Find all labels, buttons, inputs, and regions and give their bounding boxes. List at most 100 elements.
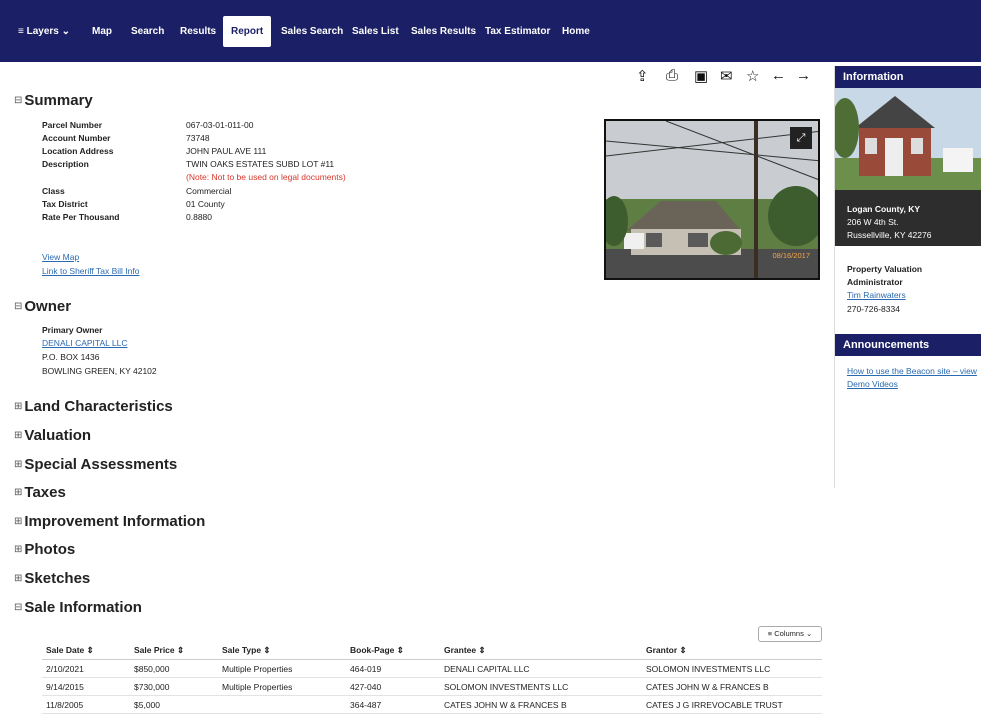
list-icon: ≡ bbox=[767, 629, 773, 638]
collapse-icon: ⊟ bbox=[14, 301, 23, 312]
pva-name-link[interactable]: Tim Rainwaters bbox=[847, 290, 906, 300]
cell: 9/14/2015 bbox=[42, 677, 130, 696]
rate-value: 0.8880 bbox=[186, 212, 212, 222]
owner-address-1: P.O. BOX 1436 bbox=[42, 352, 100, 362]
section-label: Improvement Information bbox=[24, 513, 206, 530]
cell: $730,000 bbox=[130, 677, 218, 696]
pva-title-line1: Property Valuation bbox=[847, 264, 923, 274]
location-address-label: Location Address bbox=[42, 146, 114, 156]
class-label: Class bbox=[42, 186, 65, 196]
cell: 427-040 bbox=[346, 677, 440, 696]
parcel-number-label: Parcel Number bbox=[42, 120, 102, 130]
table-row: 9/14/2015 $730,000 Multiple Properties 4… bbox=[42, 677, 822, 696]
col-sale-price[interactable]: Sale Price ⇕ bbox=[130, 641, 218, 660]
pva-office-photo bbox=[835, 88, 981, 190]
cell: 2/10/2021 bbox=[42, 659, 130, 678]
table-row: 11/8/2005 $5,000 364-487 CATES JOHN W & … bbox=[42, 695, 822, 714]
cell: SOLOMON INVESTMENTS LLC bbox=[642, 659, 822, 678]
section-improvement-information[interactable]: ⊞ Improvement Information bbox=[14, 513, 205, 530]
section-valuation[interactable]: ⊞ Valuation bbox=[14, 427, 91, 444]
nav-home[interactable]: Home bbox=[562, 21, 590, 43]
cell: Multiple Properties bbox=[218, 659, 346, 678]
pva-title-line2: Administrator bbox=[847, 277, 903, 287]
cell: 11/8/2005 bbox=[42, 695, 130, 714]
col-grantor[interactable]: Grantor ⇕ bbox=[642, 641, 822, 660]
owner-address-2: BOWLING GREEN, KY 42102 bbox=[42, 366, 157, 376]
county-address-box: Logan County, KY 206 W 4th St. Russellvi… bbox=[835, 190, 981, 246]
expand-section-icon: ⊞ bbox=[14, 516, 23, 527]
class-value: Commercial bbox=[186, 186, 232, 196]
arrow-right-icon[interactable]: → bbox=[796, 67, 811, 84]
sale-title: Sale Information bbox=[24, 599, 142, 616]
layers-menu[interactable]: ≡ Layers ⌄ bbox=[18, 21, 70, 43]
col-grantee[interactable]: Grantee ⇕ bbox=[440, 641, 642, 660]
nav-sales-search[interactable]: Sales Search bbox=[281, 21, 343, 43]
sales-table: Sale Date ⇕ Sale Price ⇕ Sale Type ⇕ Boo… bbox=[42, 641, 822, 714]
nav-report[interactable]: Report bbox=[223, 16, 272, 47]
information-header: Information bbox=[835, 66, 981, 88]
col-sale-type[interactable]: Sale Type ⇕ bbox=[218, 641, 346, 660]
owner-title: Owner bbox=[24, 298, 72, 315]
cell: Multiple Properties bbox=[218, 677, 346, 696]
expand-section-icon: ⊞ bbox=[14, 573, 23, 584]
section-summary[interactable]: ⊟ Summary bbox=[14, 92, 93, 109]
account-number-label: Account Number bbox=[42, 133, 111, 143]
col-sale-date[interactable]: Sale Date ⇕ bbox=[42, 641, 130, 660]
location-address-value: JOHN PAUL AVE 111 bbox=[186, 146, 267, 156]
print-icon[interactable]: ⎙ bbox=[666, 67, 678, 84]
nav-results[interactable]: Results bbox=[180, 21, 216, 43]
property-photo[interactable]: ⤢ 08/16/2017 bbox=[604, 119, 820, 280]
arrow-left-icon[interactable]: ← bbox=[771, 67, 786, 84]
nav-tax-estimator[interactable]: Tax Estimator bbox=[485, 21, 550, 43]
col-book-page[interactable]: Book-Page ⇕ bbox=[346, 641, 440, 660]
expand-section-icon: ⊞ bbox=[14, 544, 23, 555]
pva-phone: 270-726-8334 bbox=[847, 304, 900, 314]
table-header-row: Sale Date ⇕ Sale Price ⇕ Sale Type ⇕ Boo… bbox=[42, 641, 822, 660]
section-label: Special Assessments bbox=[24, 456, 178, 473]
section-label: Valuation bbox=[24, 427, 92, 444]
summary-title: Summary bbox=[24, 92, 93, 109]
account-number-value: 73748 bbox=[186, 133, 210, 143]
section-label: Land Characteristics bbox=[24, 398, 173, 415]
owner-name-link[interactable]: DENALI CAPITAL LLC bbox=[42, 338, 128, 348]
section-land-characteristics[interactable]: ⊞ Land Characteristics bbox=[14, 398, 173, 415]
collapse-icon: ⊟ bbox=[14, 95, 23, 106]
demo-videos-link-2[interactable]: Demo Videos bbox=[847, 379, 898, 389]
section-sale-information[interactable]: ⊟ Sale Information bbox=[14, 599, 142, 616]
top-nav: ≡ Layers ⌄ Map Search Results Report Sal… bbox=[0, 0, 981, 62]
parcel-number-value: 067-03-01-011-00 bbox=[186, 120, 254, 130]
demo-videos-link[interactable]: How to use the Beacon site – view bbox=[847, 366, 977, 376]
description-value: TWIN OAKS ESTATES SUBD LOT #11 bbox=[186, 159, 335, 169]
section-sketches[interactable]: ⊞ Sketches bbox=[14, 570, 90, 587]
cell: 364-487 bbox=[346, 695, 440, 714]
tax-district-value: 01 County bbox=[186, 199, 225, 209]
nav-sales-results[interactable]: Sales Results bbox=[411, 21, 476, 43]
county-street: 206 W 4th St. bbox=[847, 217, 899, 227]
expand-section-icon: ⊞ bbox=[14, 401, 23, 412]
sheriff-tax-link[interactable]: Link to Sheriff Tax Bill Info bbox=[42, 266, 140, 276]
announcements-header: Announcements bbox=[835, 334, 981, 356]
section-photos[interactable]: ⊞ Photos bbox=[14, 541, 75, 558]
chevron-down-icon: ⌄ bbox=[805, 629, 813, 638]
section-taxes[interactable]: ⊞ Taxes bbox=[14, 484, 66, 501]
email-icon[interactable]: ✉ bbox=[720, 67, 733, 85]
nav-sales-list[interactable]: Sales List bbox=[352, 21, 399, 43]
county-name: Logan County, KY bbox=[847, 204, 921, 214]
columns-button[interactable]: ≡ Columns ⌄ bbox=[758, 626, 822, 642]
section-special-assessments[interactable]: ⊞ Special Assessments bbox=[14, 456, 177, 473]
cell: CATES JOHN W & FRANCES B bbox=[440, 695, 642, 714]
description-label: Description bbox=[42, 159, 89, 169]
star-icon[interactable]: ☆ bbox=[746, 67, 759, 85]
nav-search[interactable]: Search bbox=[131, 21, 164, 43]
nav-map[interactable]: Map bbox=[92, 21, 112, 43]
photo-date: 08/16/2017 bbox=[772, 251, 810, 260]
rate-label: Rate Per Thousand bbox=[42, 212, 120, 222]
expand-section-icon: ⊞ bbox=[14, 430, 23, 441]
expand-icon[interactable]: ⤢ bbox=[790, 127, 812, 149]
image-icon[interactable]: ▣ bbox=[694, 67, 708, 85]
primary-owner-label: Primary Owner bbox=[42, 325, 103, 335]
section-owner[interactable]: ⊟ Owner bbox=[14, 298, 71, 315]
share-icon[interactable]: ⇪ bbox=[636, 67, 649, 85]
cell: 464-019 bbox=[346, 659, 440, 678]
view-map-link[interactable]: View Map bbox=[42, 252, 79, 262]
